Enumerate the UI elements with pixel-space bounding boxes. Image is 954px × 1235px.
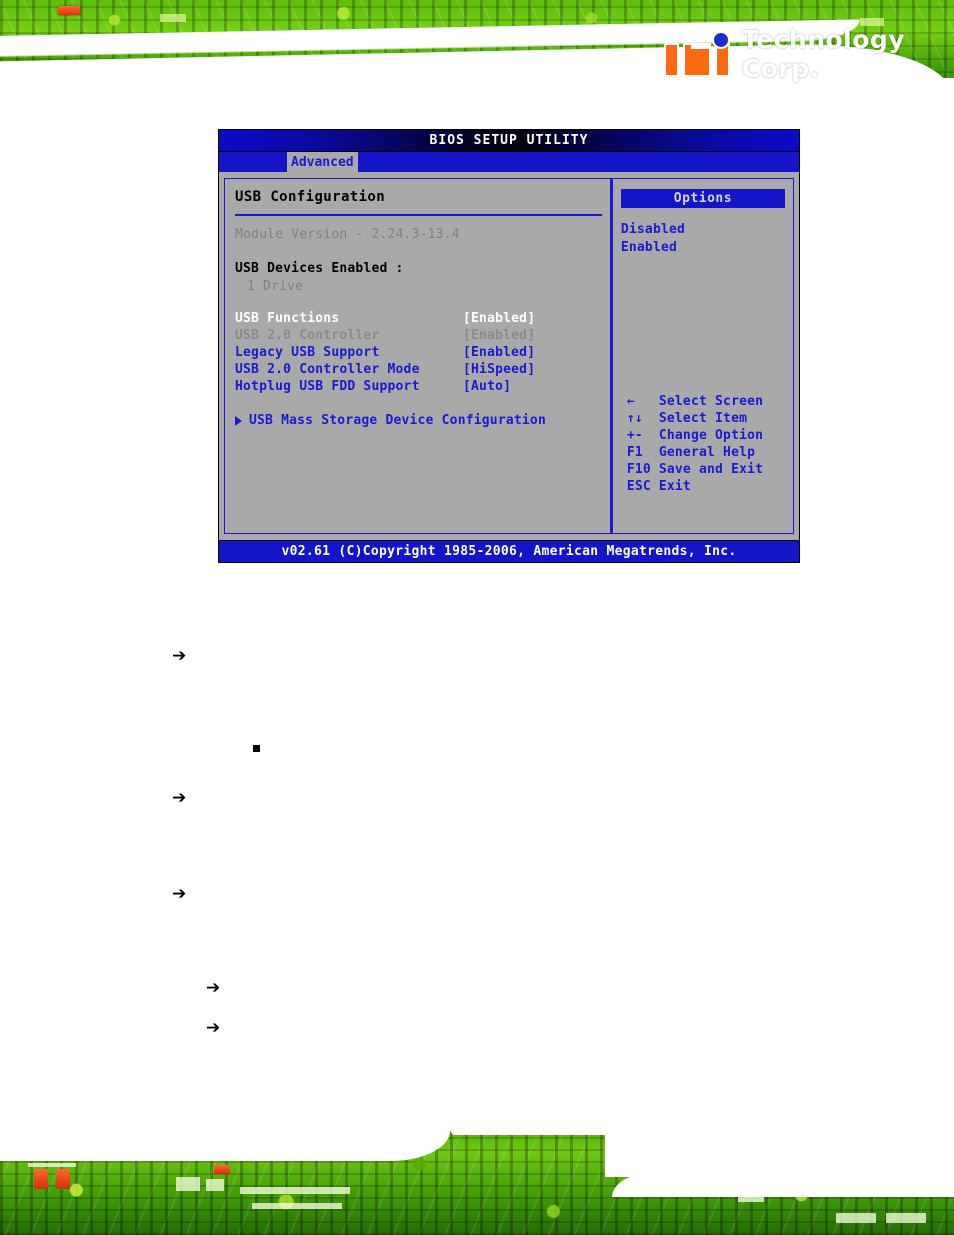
submenu-usb-mass-storage-device-configuration[interactable]: USB Mass Storage Device Configuration <box>235 413 602 428</box>
key-row-save-and-exit: F10 Save and Exit <box>627 461 787 478</box>
bios-title-bar: BIOS SETUP UTILITY <box>219 130 799 152</box>
submenu-label: USB Mass Storage Device Configuration <box>249 413 546 428</box>
options-header: Options <box>620 189 785 208</box>
setting-value: [Enabled] <box>463 311 536 326</box>
usb-devices-enabled-block: USB Devices Enabled : 1 Drive <box>235 260 602 296</box>
bios-title-text: BIOS SETUP UTILITY <box>429 133 589 148</box>
setting-label: USB 2.0 Controller Mode <box>235 362 420 377</box>
option-item-enabled[interactable]: Enabled <box>621 239 785 257</box>
key-row-change-option: +- Change Option <box>627 427 787 444</box>
usb-devices-enabled-value: 1 Drive <box>247 279 304 294</box>
list-item-square-bullet-icon <box>253 745 260 752</box>
key-description: Change Option <box>658 428 764 443</box>
setting-row-usb-2-0-controller: USB 2.0 Controller [Enabled] <box>235 327 602 344</box>
setting-value: [HiSpeed] <box>463 362 536 377</box>
key-glyph-plus-minus: +- <box>626 428 643 443</box>
header-swoosh-right <box>820 78 954 112</box>
list-item-arrow-bullet-icon: ➔ <box>172 884 187 904</box>
list-item-arrow-bullet-icon: ➔ <box>172 646 187 666</box>
bios-body: USB Configuration Module Version - 2.24.… <box>219 172 799 540</box>
key-row-general-help: F1 General Help <box>627 444 787 461</box>
bios-left-pane: USB Configuration Module Version - 2.24.… <box>224 178 610 534</box>
list-item-arrow-bullet-icon: ➔ <box>172 788 187 808</box>
key-row-select-screen: ← Select Screen <box>627 393 787 410</box>
brand-name: Technology Corp. <box>741 25 906 83</box>
setting-label: USB 2.0 Controller <box>235 328 380 343</box>
footer-swoosh-left <box>0 1117 450 1161</box>
caret-right-icon <box>235 415 242 426</box>
option-item-disabled[interactable]: Disabled <box>621 221 785 239</box>
module-version-text: Module Version - 2.24.3-13.4 <box>235 227 460 242</box>
setting-value: [Enabled] <box>463 345 536 360</box>
setting-label: Legacy USB Support <box>235 345 380 360</box>
iei-logo-mark-icon <box>664 31 730 77</box>
page-title: USB Configuration <box>235 189 386 205</box>
page-footer-banner <box>0 1117 954 1235</box>
bios-copyright-footer: v02.61 (C)Copyright 1985-2006, American … <box>219 540 799 562</box>
setting-label: Hotplug USB FDD Support <box>235 379 420 394</box>
setting-row-legacy-usb-support[interactable]: Legacy USB Support [Enabled] <box>235 344 602 361</box>
settings-list: USB Functions [Enabled] USB 2.0 Controll… <box>235 310 602 395</box>
registered-trademark-icon: ® <box>731 47 740 61</box>
setting-row-hotplug-usb-fdd-support[interactable]: Hotplug USB FDD Support [Auto] <box>235 378 602 395</box>
bios-setup-window: BIOS SETUP UTILITY Advanced USB Configur… <box>218 129 800 563</box>
usb-devices-enabled-label: USB Devices Enabled : <box>235 261 404 276</box>
key-glyph-up-down-arrow-icon: ↑↓ <box>626 411 643 426</box>
options-list: Disabled Enabled <box>621 221 785 257</box>
list-item-arrow-bullet-icon: ➔ <box>206 978 221 998</box>
setting-row-usb-2-0-controller-mode[interactable]: USB 2.0 Controller Mode [HiSpeed] <box>235 361 602 378</box>
key-glyph-left-arrow-icon: ← <box>626 394 635 409</box>
setting-value: [Enabled] <box>463 328 536 343</box>
footer-swoosh-right-bottom <box>612 1173 954 1197</box>
page-header-banner: ® Technology Corp. <box>0 0 954 112</box>
key-glyph-esc: ESC <box>626 479 651 494</box>
bios-menu-tab-bar: Advanced <box>219 152 799 172</box>
key-description: General Help <box>658 445 756 460</box>
setting-label: USB Functions <box>235 311 340 326</box>
section-divider <box>235 214 602 216</box>
key-description: Save and Exit <box>658 462 764 477</box>
iei-logo: ® Technology Corp. <box>664 25 954 83</box>
setting-row-usb-functions[interactable]: USB Functions [Enabled] <box>235 310 602 327</box>
key-description: Exit <box>658 479 691 494</box>
bios-right-pane: Options Disabled Enabled ← Select Screen… <box>612 178 794 534</box>
footer-swoosh-right-top <box>605 1117 954 1177</box>
key-description: Select Screen <box>658 394 764 409</box>
key-row-select-item: ↑↓ Select Item <box>627 410 787 427</box>
tab-advanced[interactable]: Advanced <box>287 152 358 172</box>
key-row-exit: ESC Exit <box>627 478 787 495</box>
list-item-arrow-bullet-icon: ➔ <box>206 1018 221 1038</box>
key-glyph-f1: F1 <box>626 445 643 460</box>
key-glyph-f10: F10 <box>626 462 651 477</box>
navigation-keys-legend: ← Select Screen ↑↓ Select Item +- Change… <box>627 393 787 495</box>
setting-value: [Auto] <box>463 379 512 394</box>
key-description: Select Item <box>658 411 748 426</box>
